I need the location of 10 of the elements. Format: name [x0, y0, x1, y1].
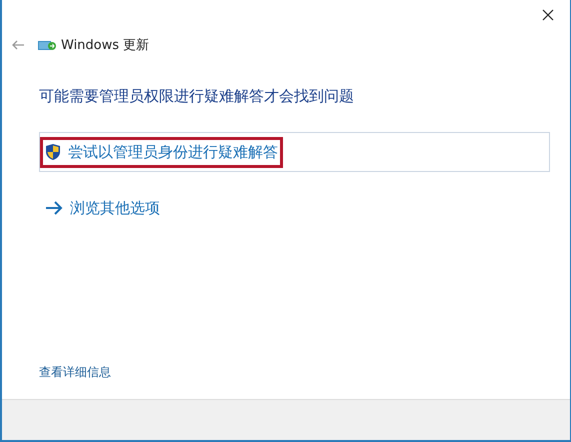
close-icon	[542, 9, 554, 21]
window-title: Windows 更新	[61, 37, 150, 54]
option-link[interactable]: 浏览其他选项	[40, 192, 165, 224]
update-icon	[38, 39, 56, 51]
shield-icon	[45, 143, 61, 161]
heading: 可能需要管理员权限进行疑难解答才会找到问题	[39, 87, 355, 106]
option-link[interactable]: 尝试以管理员身份进行疑难解答	[40, 136, 283, 168]
arrow-icon	[45, 201, 63, 215]
back-arrow-icon[interactable]	[11, 40, 25, 50]
details-link[interactable]: 查看详细信息	[39, 364, 111, 381]
